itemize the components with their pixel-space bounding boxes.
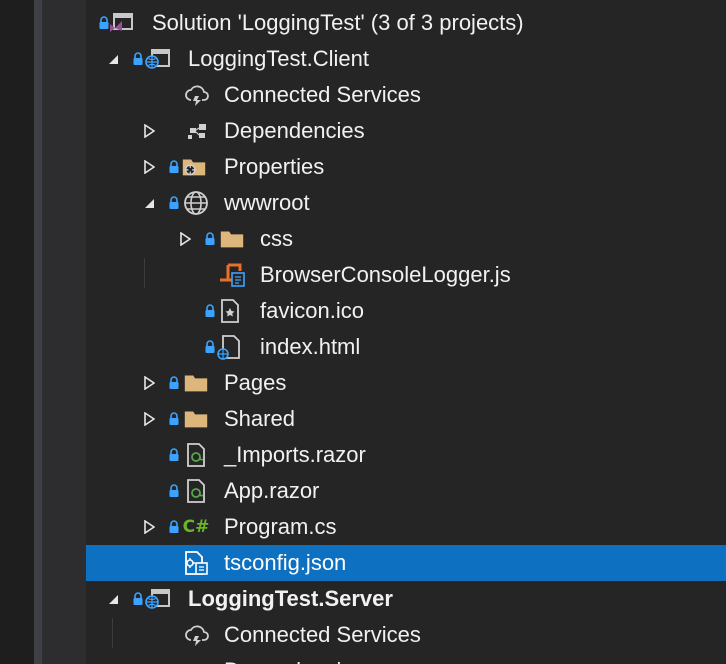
node-label: Program.cs [224,514,337,539]
expand-arrow-icon[interactable] [140,158,158,176]
node-label: Properties [224,154,325,179]
tree-row-project-client[interactable]: LoggingTest.Client [86,41,726,77]
lock-icon [169,412,179,425]
expand-arrow-icon[interactable] [140,122,158,140]
collapse-arrow-icon[interactable] [140,194,158,212]
tree-row-app-razor[interactable]: App.razor [86,473,726,509]
javascript-file-icon [218,262,246,288]
razor-file-icon [182,442,210,468]
tree-row-index-html[interactable]: index.html [86,329,726,365]
lock-icon [169,196,179,209]
node-label: Dependencies [224,118,365,143]
lock-icon [169,484,179,497]
globe-icon [182,190,210,216]
lock-icon [169,520,179,533]
tree-row-program-cs[interactable]: C# Program.cs [86,509,726,545]
web-project-icon [144,586,172,612]
tree-row-imports-razor[interactable]: _Imports.razor [86,437,726,473]
editor-edge [0,0,34,664]
node-label: Connected Services [224,82,421,107]
tree-row-solution[interactable]: Solution 'LoggingTest' (3 of 3 projects) [86,5,726,41]
lock-icon [133,52,143,65]
expand-arrow-icon[interactable] [140,518,158,536]
tree-row-dependencies[interactable]: Dependencies [86,113,726,149]
dependencies-icon [184,118,212,144]
node-label: Pages [224,370,287,395]
lock-icon [133,592,143,605]
collapse-arrow-icon[interactable] [104,590,122,608]
node-label: favicon.ico [260,298,364,323]
tree-row-connected-services[interactable]: Connected Services [86,617,726,653]
tree-row-css-folder[interactable]: css [86,221,726,257]
node-label: index.html [260,334,361,359]
node-label: wwwroot [224,190,310,215]
folder-icon [182,370,210,396]
tree-row-project-server[interactable]: LoggingTest.Server [86,581,726,617]
expand-arrow-icon[interactable] [176,230,194,248]
splitter-rail [34,0,42,664]
collapse-arrow-icon[interactable] [104,50,122,68]
node-label: BrowserConsoleLogger.js [260,262,511,287]
lock-icon [205,304,215,317]
tree-row-dependencies[interactable]: Dependencies [86,653,726,664]
lock-icon [169,448,179,461]
node-label: Connected Services [224,622,421,647]
expand-arrow-icon[interactable] [140,374,158,392]
node-label: Shared [224,406,295,431]
node-label: Dependencies [224,653,365,664]
web-project-icon [144,46,172,72]
tree-row-pages-folder[interactable]: Pages [86,365,726,401]
tree-row-browserconsolelogger-js[interactable]: BrowserConsoleLogger.js [86,257,726,293]
lock-icon [205,232,215,245]
project-label: LoggingTest.Server [188,586,393,611]
csharp-file-icon: C# [182,517,210,537]
tree-row-connected-services[interactable]: Connected Services [86,77,726,113]
solution-explorer-tree: Solution 'LoggingTest' (3 of 3 projects)… [86,0,726,664]
node-label: css [260,226,293,251]
icon-file-icon [216,298,244,324]
lock-icon [205,340,215,353]
properties-folder-icon [180,154,208,180]
tree-row-tsconfig-json[interactable]: tsconfig.json [86,545,726,581]
tree-row-shared-folder[interactable]: Shared [86,401,726,437]
expand-arrow-icon[interactable] [140,410,158,428]
connected-services-icon [183,82,211,108]
node-label: App.razor [224,478,320,503]
window-splitter[interactable] [34,0,86,664]
project-label: LoggingTest.Client [188,46,370,71]
html-file-icon [216,334,244,360]
dependencies-icon [184,658,212,664]
tree-row-properties[interactable]: Properties [86,149,726,185]
lock-icon [169,160,179,173]
node-label: _Imports.razor [224,442,366,467]
razor-file-icon [182,478,210,504]
tree-row-favicon[interactable]: favicon.ico [86,293,726,329]
connected-services-icon [183,622,211,648]
folder-icon [218,226,246,252]
json-config-file-icon [182,550,210,576]
tree-row-wwwroot[interactable]: wwwroot [86,185,726,221]
folder-icon [182,406,210,432]
solution-label: Solution 'LoggingTest' (3 of 3 projects) [152,10,524,35]
lock-icon [169,376,179,389]
node-label: tsconfig.json [224,550,347,575]
visual-studio-solution-icon [108,10,136,36]
